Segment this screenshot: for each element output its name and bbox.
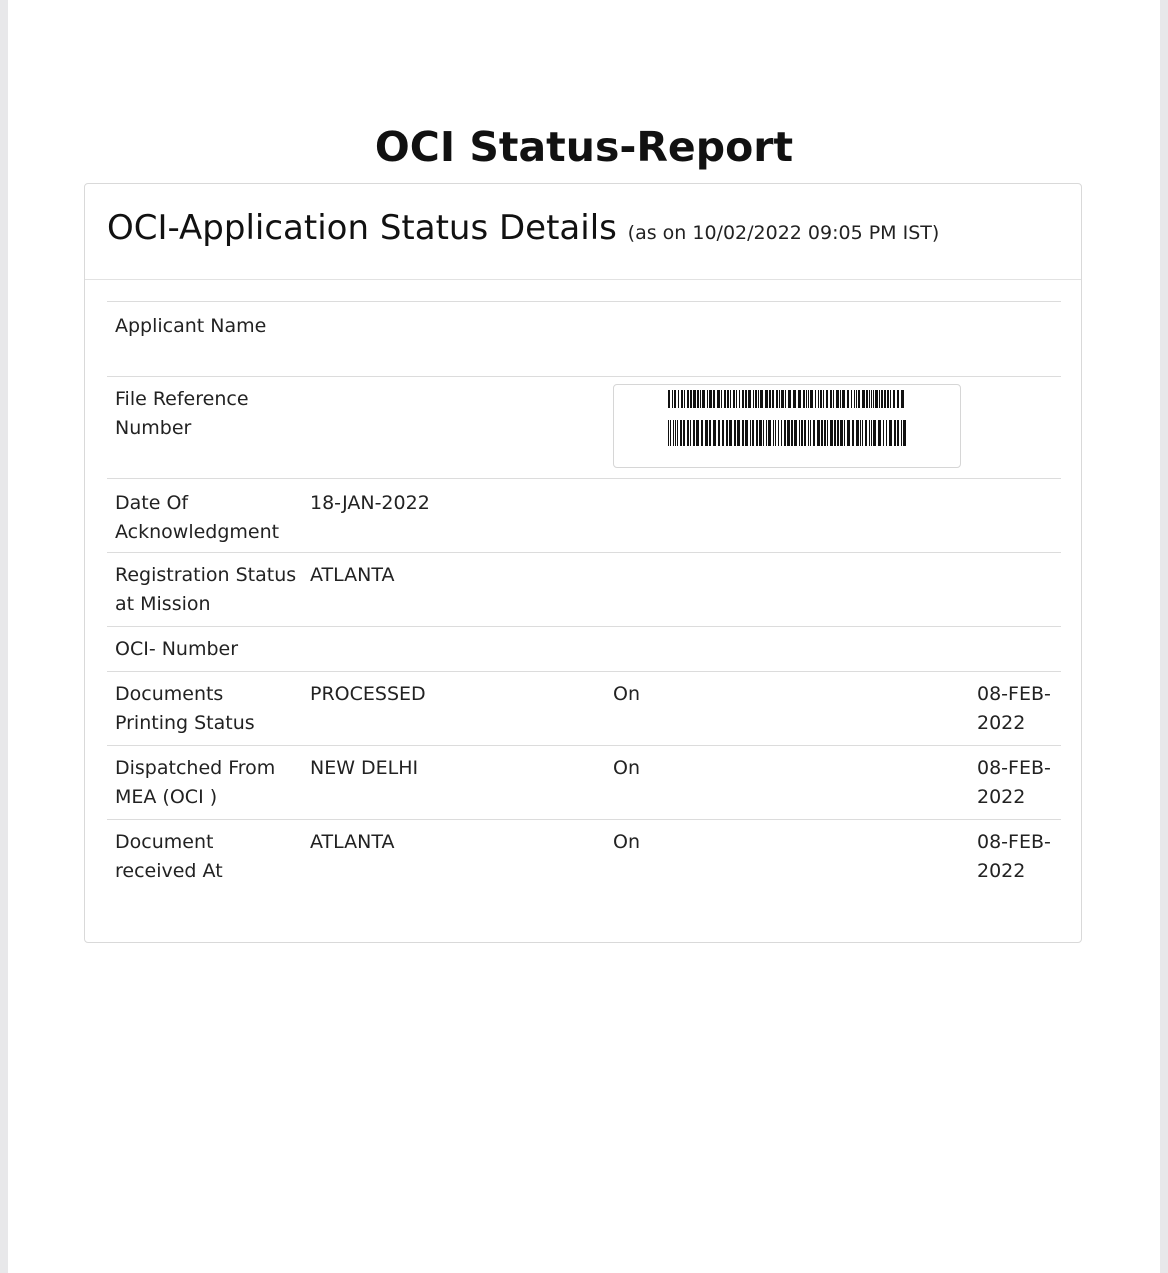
status-card: OCI-Application Status Details (as on 10… (84, 183, 1082, 943)
barcode-icon (668, 390, 906, 446)
row-documents-printing-status: Documents Printing Status PROCESSED On 0… (107, 671, 1061, 745)
card-title-text: OCI-Application Status Details (107, 208, 617, 248)
row-label: Registration Status at Mission (115, 564, 297, 615)
status-timestamp: (as on 10/02/2022 09:05 PM IST) (627, 222, 940, 244)
row-date: 08-FEB-2022 (977, 683, 1051, 734)
row-oci-number: OCI- Number (107, 626, 1061, 671)
row-date: 08-FEB-2022 (977, 757, 1051, 808)
row-on-label: On (613, 757, 640, 779)
row-dispatched-from-mea: Dispatched From MEA (OCI ) NEW DELHI On … (107, 745, 1061, 819)
row-value: NEW DELHI (310, 757, 419, 779)
card-header: OCI-Application Status Details (as on 10… (85, 184, 1081, 280)
row-label: Dispatched From MEA (OCI ) (115, 757, 276, 808)
row-date-of-acknowledgment: Date Of Acknowledgment 18-JAN-2022 (107, 478, 1061, 552)
row-value: PROCESSED (310, 683, 426, 705)
row-value: ATLANTA (310, 831, 395, 853)
barcode-box (613, 384, 961, 468)
row-label: OCI- Number (115, 638, 239, 660)
row-on-label: On (613, 831, 640, 853)
row-document-received-at: Document received At ATLANTA On 08-FEB-2… (107, 819, 1061, 909)
row-value: ATLANTA (310, 564, 395, 586)
status-table: Applicant Name File Reference Number Dat… (107, 301, 1061, 909)
row-applicant-name: Applicant Name (107, 301, 1061, 376)
row-on-label: On (613, 683, 640, 705)
row-label: File Reference Number (115, 388, 249, 439)
row-date: 08-FEB-2022 (977, 831, 1051, 882)
row-registration-status: Registration Status at Mission ATLANTA (107, 552, 1061, 626)
card-title: OCI-Application Status Details (as on 10… (107, 206, 939, 255)
row-label: Documents Printing Status (115, 683, 255, 734)
row-file-reference-number: File Reference Number (107, 376, 1061, 478)
row-value: 18-JAN-2022 (310, 492, 430, 514)
page-title: OCI Status-Report (374, 123, 794, 171)
row-label: Applicant Name (115, 315, 267, 337)
row-label: Document received At (115, 831, 223, 882)
row-label: Date Of Acknowledgment (115, 492, 280, 543)
